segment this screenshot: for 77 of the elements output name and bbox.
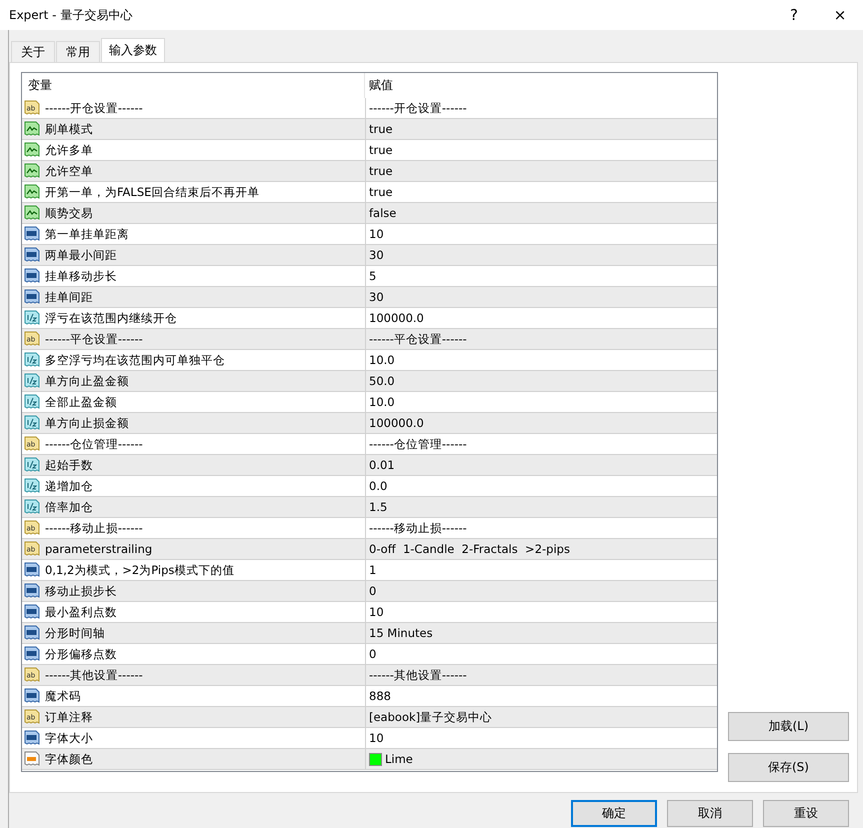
parameter-value[interactable]: ------其他设置------ <box>369 668 467 682</box>
variable-name: ------平仓设置------ <box>45 332 143 346</box>
dialog-button[interactable]: 重设 <box>763 800 849 827</box>
parameter-value[interactable]: 0 <box>369 584 376 598</box>
tab[interactable]: 关于 <box>11 41 55 62</box>
variable-name: 多空浮亏均在该范围内可单独平仓 <box>45 352 225 368</box>
variable-name: 倍率加仓 <box>45 500 93 514</box>
parameter-value[interactable]: 10 <box>369 227 384 241</box>
window-title: Expert - 量子交易中心 <box>9 6 134 24</box>
variable-name: 魔术码 <box>45 688 81 704</box>
parameter-value[interactable]: 1.5 <box>369 500 388 514</box>
dialog-button[interactable]: 确定 <box>571 800 657 827</box>
variable-name: 字体颜色 <box>45 752 93 766</box>
parameter-value[interactable]: 50.0 <box>369 374 395 388</box>
variable-name: 0,1,2为模式，>2为Pips模式下的值 <box>45 562 234 578</box>
variable-name: ------开仓设置------ <box>45 100 143 116</box>
parameter-value[interactable]: true <box>369 164 393 178</box>
variable-name: 递增加仓 <box>45 478 93 494</box>
column-header: 变量 <box>22 73 365 98</box>
parameter-value[interactable]: ------开仓设置------ <box>369 100 467 116</box>
parameter-value[interactable]: true <box>369 122 393 136</box>
parameter-value[interactable]: true <box>369 143 393 157</box>
parameter-value[interactable]: 10 <box>369 731 384 745</box>
parameter-value[interactable]: 0-off 1-Candle 2-Fractals >2-pips <box>369 542 570 556</box>
variable-name: 刷单模式 <box>45 122 93 136</box>
variable-name: 允许多单 <box>45 142 93 158</box>
parameter-value[interactable]: 30 <box>369 290 384 304</box>
parameter-value[interactable]: [eabook]量子交易中心 <box>369 710 492 724</box>
variable-name: 第一单挂单距离 <box>45 226 129 242</box>
dialog-button[interactable]: 取消 <box>667 800 753 827</box>
variable-name: 挂单间距 <box>45 290 93 304</box>
variable-name: ------移动止损------ <box>45 520 143 536</box>
variable-name: parameterstrailing <box>45 542 152 556</box>
parameter-value[interactable]: 0.01 <box>369 458 395 472</box>
parameter-value[interactable]: 15 Minutes <box>369 626 433 640</box>
parameter-value[interactable]: ------平仓设置------ <box>369 332 467 346</box>
variable-name: 字体大小 <box>45 730 93 746</box>
variable-name: 单方向止损金额 <box>45 416 129 430</box>
parameter-value[interactable]: 5 <box>369 269 376 283</box>
variable-name: 单方向止盈金额 <box>45 374 129 388</box>
variable-name: 顺势交易 <box>45 206 93 220</box>
variable-name: ------仓位管理------ <box>45 436 143 452</box>
parameter-value[interactable]: 0 <box>369 647 376 661</box>
parameter-value[interactable]: 888 <box>369 689 391 703</box>
parameter-value[interactable]: 30 <box>369 248 384 262</box>
parameter-value[interactable]: ------仓位管理------ <box>369 436 467 452</box>
side-button[interactable]: 保存(S) <box>728 753 849 782</box>
tab[interactable]: 常用 <box>56 41 100 62</box>
tab[interactable]: 输入参数 <box>101 38 165 62</box>
variable-name: 分形时间轴 <box>45 626 105 640</box>
parameter-value[interactable]: 10.0 <box>369 353 395 367</box>
variable-name: 最小盈利点数 <box>45 604 117 620</box>
variable-name: 开第一单，为FALSE回合结束后不再开单 <box>45 184 260 200</box>
parameter-value[interactable]: 10.0 <box>369 395 395 409</box>
column-header: 赋值 <box>368 77 393 94</box>
parameter-value[interactable]: 100000.0 <box>369 311 424 325</box>
parameter-value[interactable]: 10 <box>369 605 384 619</box>
variable-name: 移动止损步长 <box>45 584 117 598</box>
parameter-value[interactable]: 100000.0 <box>369 416 424 430</box>
variable-name: ------其他设置------ <box>45 668 143 682</box>
parameter-value[interactable]: Lime <box>385 752 413 766</box>
variable-name: 两单最小间距 <box>45 248 117 262</box>
help-button[interactable]: ? <box>771 0 817 30</box>
variable-name: 允许空单 <box>45 164 93 178</box>
variable-name: 全部止盈金额 <box>45 394 117 410</box>
side-button[interactable]: 加载(L) <box>728 712 849 741</box>
parameter-value[interactable]: true <box>369 185 393 199</box>
parameter-value[interactable]: ------移动止损------ <box>369 520 467 536</box>
variable-name: 分形偏移点数 <box>45 646 117 662</box>
variable-name: 挂单移动步长 <box>45 268 117 284</box>
variable-name: 起始手数 <box>45 458 93 472</box>
parameter-value[interactable]: false <box>369 206 396 220</box>
variable-name: 浮亏在该范围内继续开仓 <box>45 310 177 326</box>
variable-name: 订单注释 <box>45 710 93 724</box>
parameter-value[interactable]: 1 <box>369 563 376 577</box>
parameter-value[interactable]: 0.0 <box>369 479 388 493</box>
close-button[interactable]: × <box>817 0 863 30</box>
